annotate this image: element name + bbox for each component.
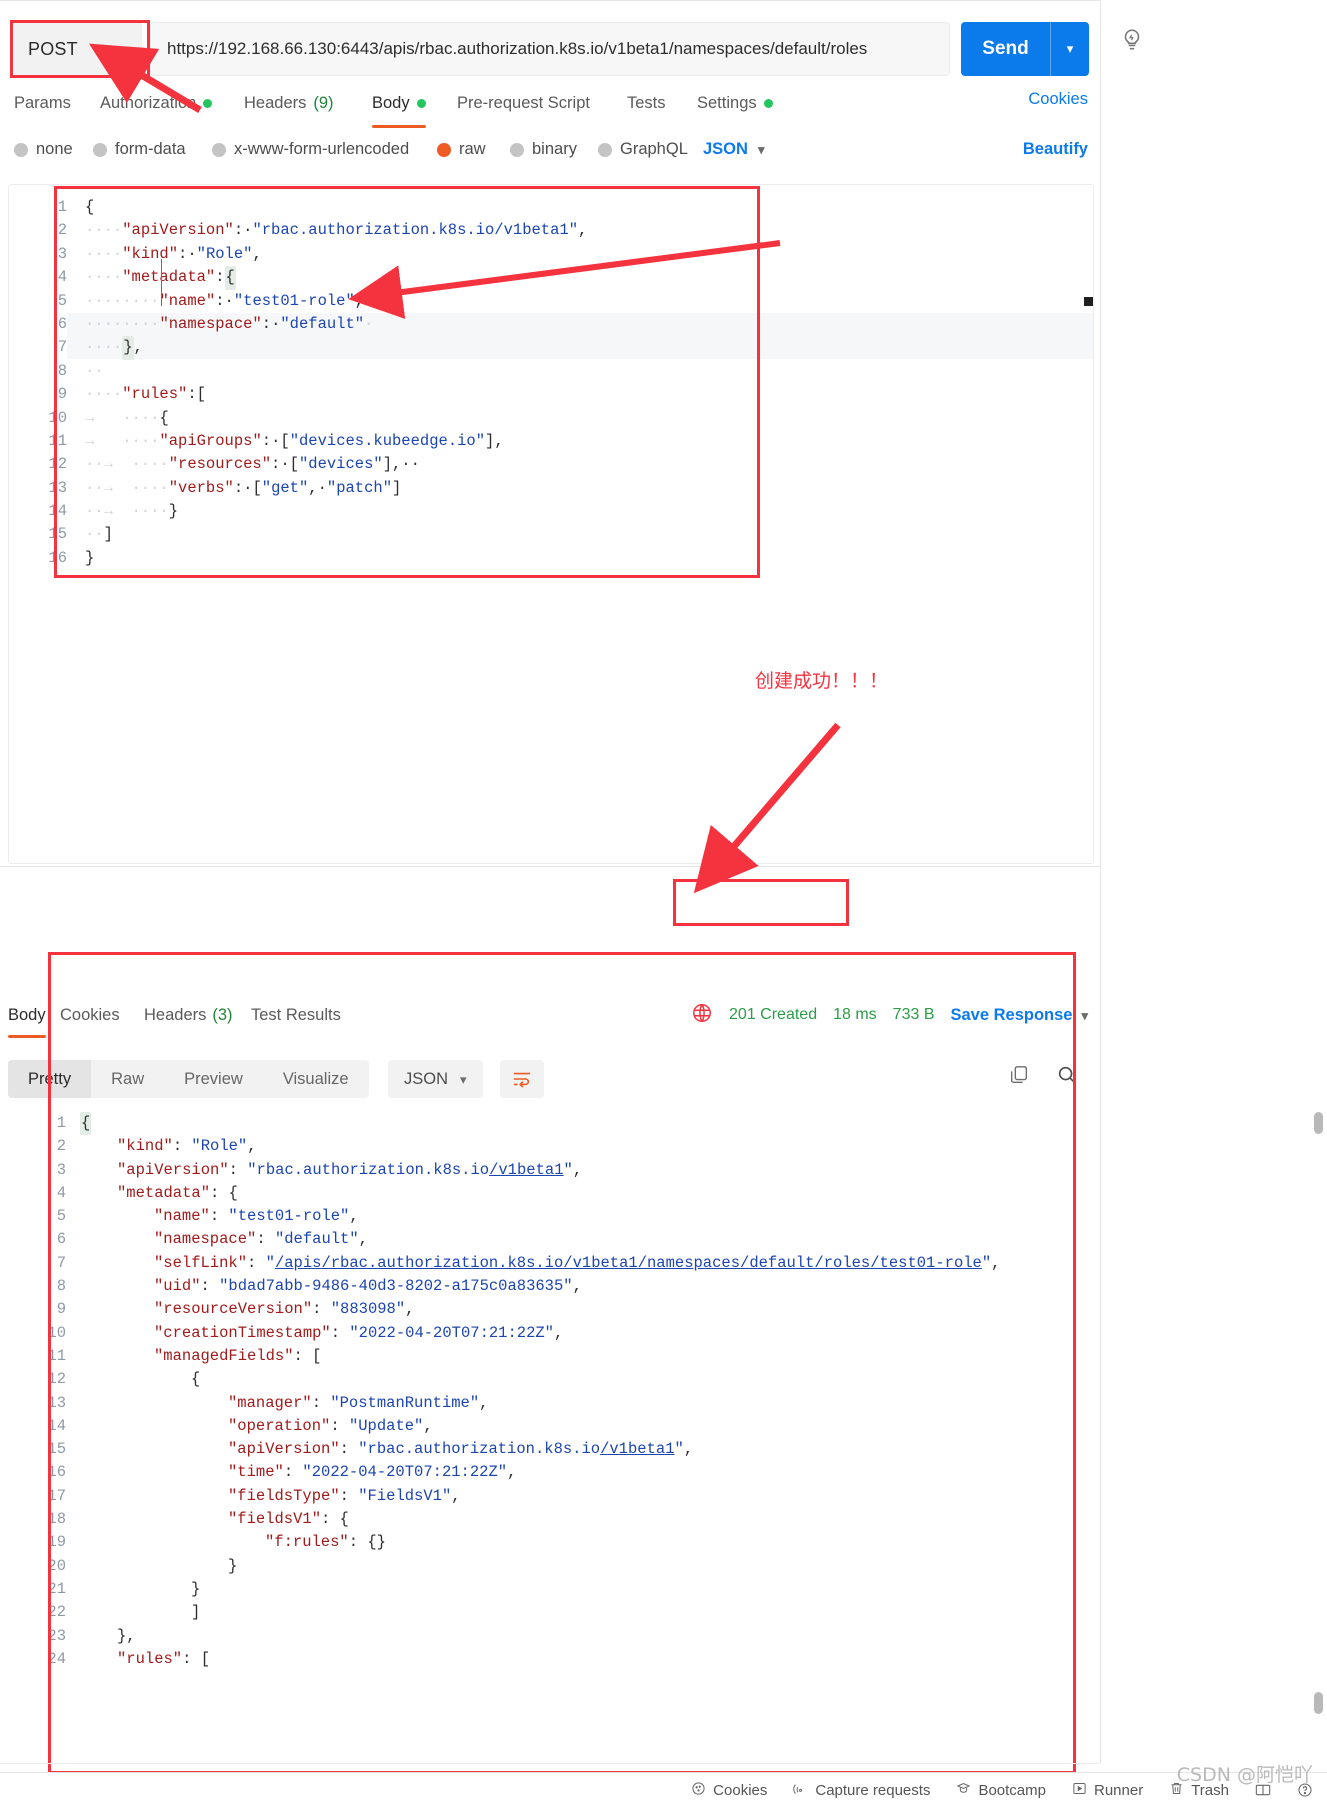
body-type-raw[interactable]: raw bbox=[437, 140, 486, 159]
status-bar-bootcamp[interactable]: Bootcamp bbox=[956, 1781, 1046, 1800]
radio-icon bbox=[14, 142, 28, 157]
request-url-row: POST ▾ https://192.168.66.130:6443/apis/… bbox=[0, 18, 1100, 80]
body-type-none[interactable]: none bbox=[14, 140, 73, 159]
body-type-label: x-www-form-urlencoded bbox=[234, 140, 410, 158]
satellite-icon bbox=[793, 1781, 808, 1800]
chevron-down-icon: ▾ bbox=[757, 142, 765, 157]
body-type-binary[interactable]: binary bbox=[510, 140, 577, 159]
response-scrollbar-thumb-bottom[interactable] bbox=[1314, 1692, 1323, 1714]
chevron-down-icon: ▾ bbox=[1081, 1007, 1088, 1023]
annotation-success-text: 创建成功！！！ bbox=[755, 670, 889, 692]
body-type-form-data[interactable]: form-data bbox=[93, 140, 186, 159]
tab-label: Body bbox=[372, 93, 410, 112]
send-button[interactable]: Send ▾ bbox=[961, 22, 1089, 76]
tab-label: Pre-request Script bbox=[457, 93, 590, 112]
top-divider bbox=[0, 0, 1100, 1]
bootcamp-icon bbox=[956, 1781, 971, 1800]
radio-icon bbox=[510, 142, 524, 157]
tab-label: Body bbox=[8, 1005, 46, 1024]
status-dot-icon bbox=[763, 98, 773, 108]
postman-window: POST ▾ https://192.168.66.130:6443/apis/… bbox=[0, 0, 1327, 1807]
annotation-rect-method bbox=[10, 20, 150, 78]
annotation-rect-status bbox=[673, 879, 849, 926]
radio-icon bbox=[93, 142, 107, 157]
send-button-label: Send bbox=[982, 38, 1029, 59]
body-type-label: none bbox=[36, 140, 73, 158]
status-bar-label: Runner bbox=[1094, 1781, 1144, 1799]
body-type-label: raw bbox=[459, 140, 486, 158]
status-bar-label: Bootcamp bbox=[978, 1781, 1046, 1799]
body-type-urlencoded[interactable]: x-www-form-urlencoded bbox=[212, 140, 409, 159]
radio-icon bbox=[212, 142, 226, 157]
tab-label: Authorization bbox=[100, 93, 197, 112]
tab-label: Settings bbox=[697, 93, 757, 112]
csdn-watermark: CSDN @阿恺吖 bbox=[1176, 1764, 1313, 1786]
status-bar-cookies[interactable]: Cookies bbox=[691, 1781, 767, 1800]
tab-pre-request-script[interactable]: Pre-request Script bbox=[457, 90, 590, 116]
body-type-row: none form-data x-www-form-urlencoded raw… bbox=[0, 140, 1100, 170]
tab-headers[interactable]: Headers (9) bbox=[244, 90, 334, 116]
tab-authorization[interactable]: Authorization bbox=[100, 90, 213, 116]
send-options-chevron-icon[interactable]: ▾ bbox=[1051, 41, 1089, 57]
beautify-button[interactable]: Beautify bbox=[1023, 140, 1088, 159]
response-divider bbox=[0, 866, 1100, 867]
body-type-label: form-data bbox=[115, 140, 186, 158]
tab-label: Params bbox=[14, 93, 71, 112]
tab-label: Headers bbox=[244, 93, 307, 112]
cookie-icon bbox=[691, 1781, 706, 1800]
bottom-divider bbox=[0, 1763, 1100, 1764]
body-type-label: binary bbox=[532, 140, 577, 158]
status-bar: Cookies Capture requests Bootcamp Runner… bbox=[0, 1772, 1327, 1807]
tab-label: Tests bbox=[627, 93, 666, 112]
runner-icon bbox=[1072, 1781, 1087, 1800]
editor-scrollbar-thumb[interactable] bbox=[1084, 297, 1093, 306]
tab-settings[interactable]: Settings bbox=[697, 90, 773, 116]
status-bar-label: Cookies bbox=[713, 1781, 768, 1799]
cookies-link[interactable]: Cookies bbox=[1028, 90, 1088, 109]
status-dot-icon bbox=[203, 98, 213, 108]
status-bar-capture-requests[interactable]: Capture requests bbox=[793, 1781, 930, 1800]
tab-params[interactable]: Params bbox=[14, 90, 71, 116]
annotation-rect-request-body bbox=[54, 186, 760, 578]
status-dot-icon bbox=[416, 98, 426, 108]
status-bar-runner[interactable]: Runner bbox=[1072, 1781, 1143, 1800]
tab-count: (9) bbox=[313, 93, 334, 112]
tab-body[interactable]: Body bbox=[372, 90, 426, 128]
lightbulb-icon[interactable] bbox=[1114, 22, 1150, 58]
radio-icon bbox=[598, 142, 612, 157]
annotation-rect-response-body bbox=[48, 952, 1076, 1774]
request-tabs: Params Authorization Headers (9) Body Pre… bbox=[0, 90, 1100, 128]
request-url-input[interactable]: https://192.168.66.130:6443/apis/rbac.au… bbox=[150, 22, 950, 76]
tab-tests[interactable]: Tests bbox=[627, 90, 666, 116]
body-type-label: GraphQL bbox=[620, 140, 688, 158]
body-format-selector[interactable]: JSON ▾ bbox=[703, 140, 764, 159]
status-bar-label: Capture requests bbox=[815, 1781, 931, 1799]
response-tab-body[interactable]: Body bbox=[8, 1003, 46, 1038]
radio-icon bbox=[437, 142, 451, 157]
body-format-label: JSON bbox=[703, 140, 748, 158]
response-scrollbar-thumb-top[interactable] bbox=[1314, 1112, 1323, 1134]
right-rail bbox=[1100, 0, 1327, 1763]
body-type-graphql[interactable]: GraphQL bbox=[598, 140, 688, 159]
